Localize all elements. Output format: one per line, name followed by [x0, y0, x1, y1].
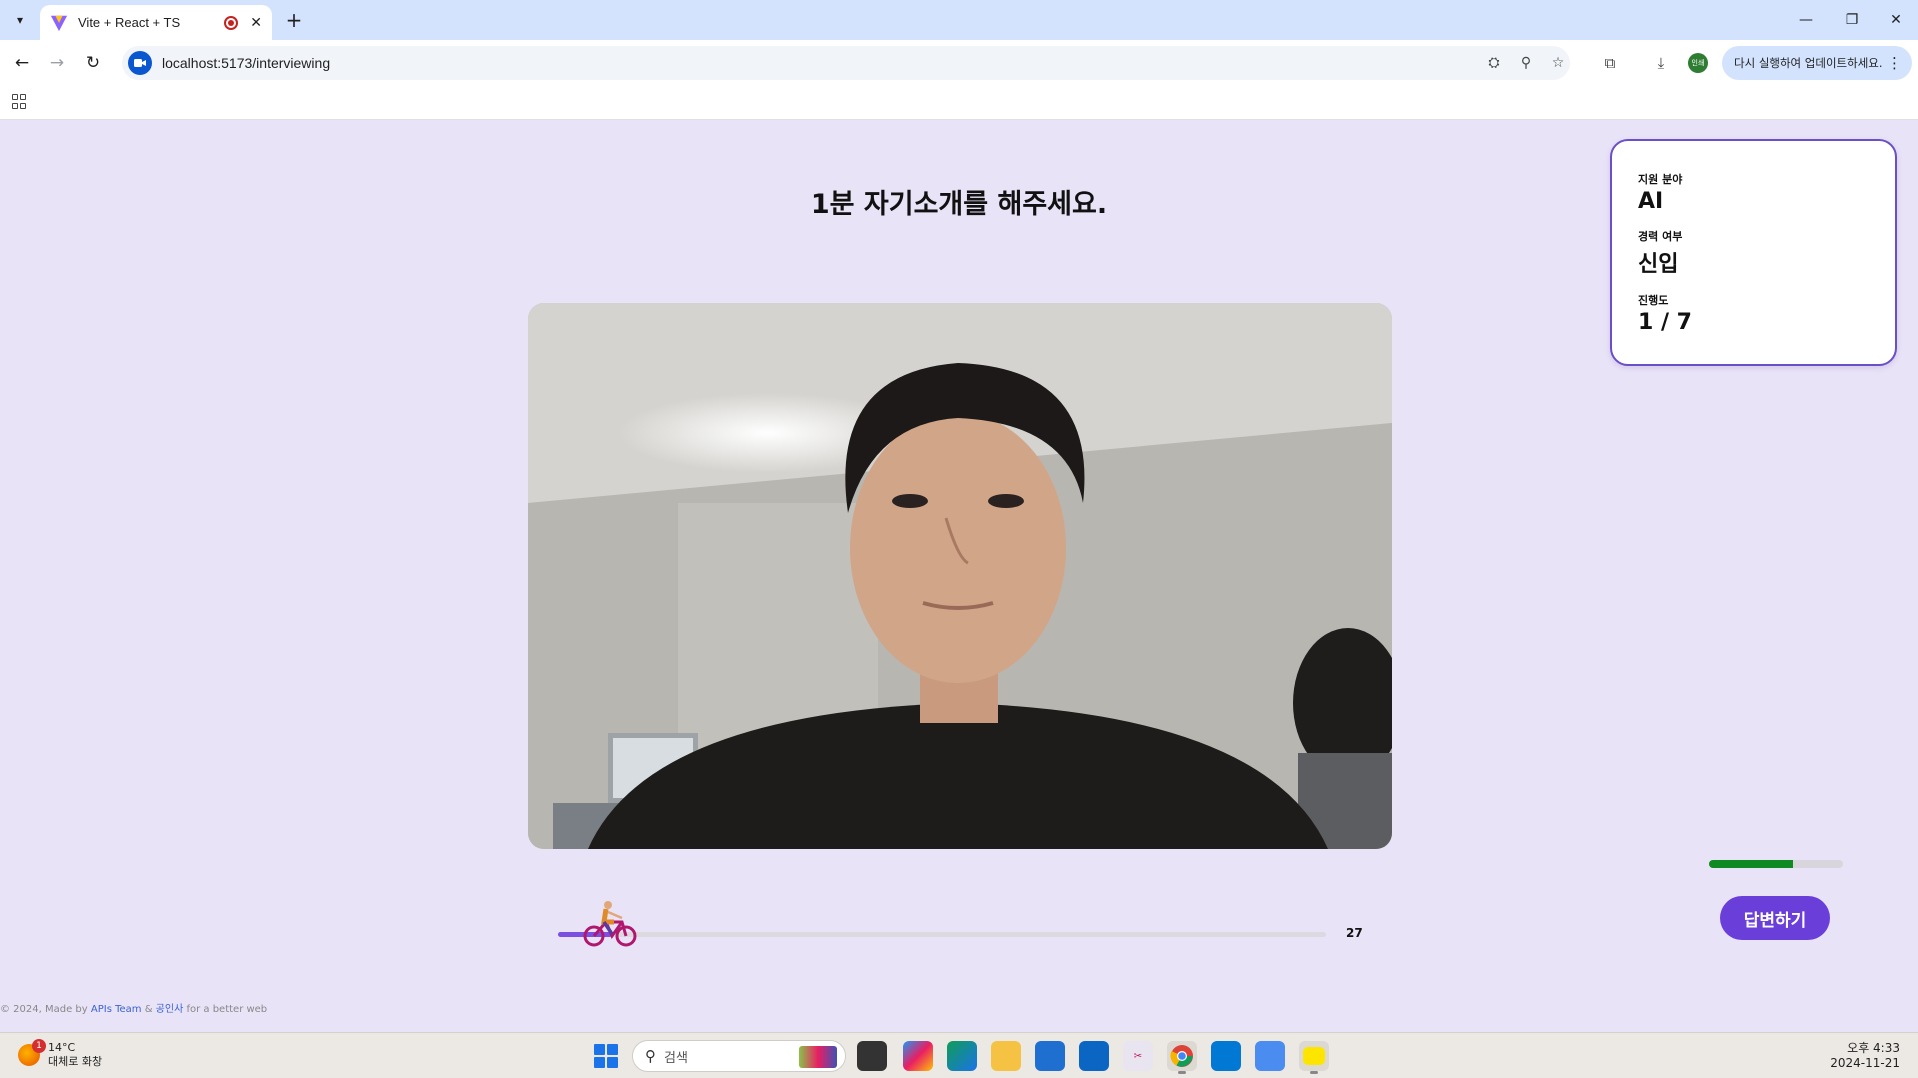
windows-taskbar: 1 14°C 대체로 화창 ⚲ 검색 ✂ 오후 4:33 2024-11-21: [0, 1032, 1918, 1078]
page-footer: © 2024, Made by APIs Team & 공인사 for a be…: [0, 1000, 267, 1015]
outlook-icon[interactable]: [1079, 1041, 1109, 1071]
interview-page: 1분 자기소개를 해주세요. 지원 분야 AI 경력 여부 신입 진행도 1 /…: [0, 120, 1918, 1032]
taskbar-search-placeholder: 검색: [664, 1050, 688, 1066]
tab-search-chevron-icon[interactable]: ▾: [8, 8, 32, 32]
weather-badge: 1: [32, 1039, 46, 1053]
restore-icon[interactable]: ❐: [1832, 6, 1872, 34]
tab-title: Vite + React + TS: [78, 15, 181, 30]
footer-partner-link[interactable]: 공인사: [156, 1004, 184, 1015]
career-label: 경력 여부: [1638, 230, 1683, 243]
zoom-icon[interactable]: ⚲: [1516, 53, 1536, 73]
kakaotalk-icon[interactable]: [1299, 1041, 1329, 1074]
weather-temp: 14°C: [48, 1041, 76, 1054]
reload-icon[interactable]: ↻: [79, 49, 107, 77]
weather-widget[interactable]: 1 14°C 대체로 화창: [18, 1039, 103, 1069]
update-chrome-label: 다시 실행하여 업데이트하세요.: [1734, 56, 1883, 70]
file-explorer-icon[interactable]: [991, 1041, 1021, 1071]
close-window-icon[interactable]: ✕: [1876, 6, 1916, 34]
clock-date: 2024-11-21: [1830, 1056, 1900, 1070]
address-bar[interactable]: localhost:5173/interviewing ⛭ ⚲ ☆: [122, 46, 1570, 80]
store-icon[interactable]: [1035, 1041, 1065, 1071]
vite-logo-icon: [50, 15, 68, 31]
browser-tab[interactable]: Vite + React + TS ✕: [40, 5, 272, 40]
recording-icon: [224, 15, 239, 30]
more-menu-icon[interactable]: ⋮: [1887, 54, 1902, 72]
update-chrome-button[interactable]: 다시 실행하여 업데이트하세요. ⋮: [1722, 46, 1912, 80]
clock-time: 오후 4:33: [1847, 1041, 1900, 1055]
new-tab-button[interactable]: +: [282, 8, 306, 32]
footer-prefix: © 2024, Made by: [0, 1004, 91, 1015]
browser-tab-bar: ▾ Vite + React + TS ✕ + — ❐ ✕: [0, 0, 1918, 40]
weather-sun-icon: 1: [18, 1039, 46, 1066]
windows-start-icon[interactable]: [594, 1044, 618, 1068]
snipping-tool-icon[interactable]: ✂: [1123, 1041, 1153, 1071]
bicycle-rider-icon: [583, 901, 637, 947]
footer-team-link[interactable]: APIs Team: [91, 1004, 142, 1015]
browser-toolbar: ← → ↻ localhost:5173/interviewing ⛭ ⚲ ☆ …: [0, 40, 1918, 86]
url-text: localhost:5173/interviewing: [162, 55, 331, 71]
download-icon[interactable]: ⤓: [1650, 52, 1672, 74]
extensions-icon[interactable]: ⧉: [1599, 52, 1621, 74]
system-clock[interactable]: 오후 4:33 2024-11-21: [1830, 1041, 1900, 1071]
weather-desc: 대체로 화창: [48, 1055, 103, 1068]
mic-volume-meter: [1709, 860, 1843, 868]
copilot-icon[interactable]: [903, 1041, 933, 1071]
search-icon: ⚲: [645, 1047, 656, 1065]
answer-button[interactable]: 답변하기: [1720, 896, 1830, 940]
apps-grid-icon[interactable]: [12, 94, 28, 110]
minimize-icon[interactable]: —: [1786, 6, 1826, 34]
chrome-icon[interactable]: [1167, 1041, 1197, 1074]
translate-icon[interactable]: ⛭: [1484, 53, 1504, 73]
footer-suffix: for a better web: [183, 1004, 268, 1015]
back-icon[interactable]: ←: [8, 49, 36, 77]
close-tab-icon[interactable]: ✕: [250, 15, 262, 31]
progress-value: 1 / 7: [1638, 310, 1692, 335]
career-value: 신입: [1638, 252, 1679, 277]
webcam-video: [528, 303, 1392, 849]
footer-amp: &: [141, 1004, 156, 1015]
search-highlight-icon: [799, 1046, 837, 1068]
answer-timer-seconds: 27: [1346, 926, 1363, 940]
progress-label: 진행도: [1638, 294, 1669, 307]
task-view-icon[interactable]: [857, 1041, 887, 1071]
vscode-icon[interactable]: [1211, 1041, 1241, 1071]
bookmark-star-icon[interactable]: ☆: [1548, 53, 1568, 73]
bookmarks-bar: [0, 86, 1918, 120]
webcam-frame-image: [528, 303, 1392, 849]
profile-avatar[interactable]: 인쇄: [1688, 53, 1708, 73]
edge-icon[interactable]: [947, 1041, 977, 1071]
field-label: 지원 분야: [1638, 173, 1683, 186]
taskbar-search[interactable]: ⚲ 검색: [632, 1040, 846, 1072]
answer-timer-track: [558, 932, 1326, 937]
notepad-icon[interactable]: [1255, 1041, 1285, 1071]
mic-volume-fill: [1709, 860, 1794, 868]
forward-icon[interactable]: →: [43, 49, 71, 77]
field-value: AI: [1638, 189, 1664, 214]
camera-active-icon[interactable]: [128, 51, 152, 75]
interview-info-card: 지원 분야 AI 경력 여부 신입 진행도 1 / 7: [1610, 139, 1897, 366]
